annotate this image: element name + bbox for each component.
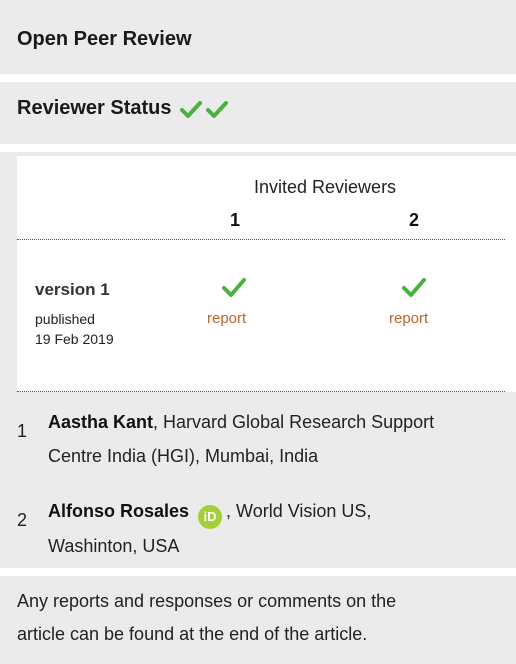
reports-note: Any reports and responses or comments on…	[17, 585, 487, 651]
dotted-divider	[17, 239, 505, 240]
invited-reviewers-label: Invited Reviewers	[254, 177, 397, 197]
published-label: published	[35, 311, 95, 327]
reviewer-number: 2	[17, 510, 28, 530]
reviewer-number: 1	[17, 421, 28, 441]
panel-title: Open Peer Review	[17, 28, 192, 50]
reviewer-affiliation-line2: Centre India (HGI), Mumbai, India	[48, 446, 319, 466]
note-line1: Any reports and responses or comments on…	[17, 591, 397, 611]
check-icon	[205, 100, 228, 118]
reviewers-table: Invited Reviewers 1 2 version 1 publishe…	[17, 156, 516, 392]
reviewer-details: Aastha Kant, Harvard Global Research Sup…	[48, 405, 508, 473]
divider	[0, 74, 516, 82]
column-header-2: 2	[409, 210, 420, 230]
dotted-divider	[17, 391, 505, 392]
published-date: 19 Feb 2019	[35, 331, 114, 347]
reviewer-status: Reviewer Status	[17, 97, 228, 120]
orcid-icon[interactable]: iD	[198, 505, 223, 529]
check-icon	[402, 277, 426, 302]
reviewer-status-label: Reviewer Status	[17, 97, 172, 119]
reviewer-affiliation-line2: Washinton, USA	[48, 536, 180, 556]
column-header-1: 1	[230, 210, 241, 230]
check-icon	[179, 100, 202, 118]
reviewer-name[interactable]: Aastha Kant	[48, 412, 153, 432]
reviewer-details: Alfonso Rosales iD, World Vision US, Was…	[48, 494, 508, 563]
version-title: version 1	[35, 280, 110, 299]
divider	[0, 568, 516, 576]
reviewer-affiliation-line1: , Harvard Global Research Support	[153, 412, 435, 432]
report-link-2[interactable]: report	[389, 310, 428, 327]
divider	[0, 144, 516, 152]
check-icon	[222, 277, 246, 302]
open-peer-review-panel: Open Peer Review Reviewer Status Invited…	[0, 0, 516, 664]
status-checks	[179, 100, 228, 118]
reviewer-affiliation-line1: , World Vision US,	[226, 501, 372, 521]
reviewer-name[interactable]: Alfonso Rosales	[48, 501, 189, 521]
note-line2: article can be found at the end of the a…	[17, 624, 368, 644]
report-link-1[interactable]: report	[207, 310, 246, 327]
